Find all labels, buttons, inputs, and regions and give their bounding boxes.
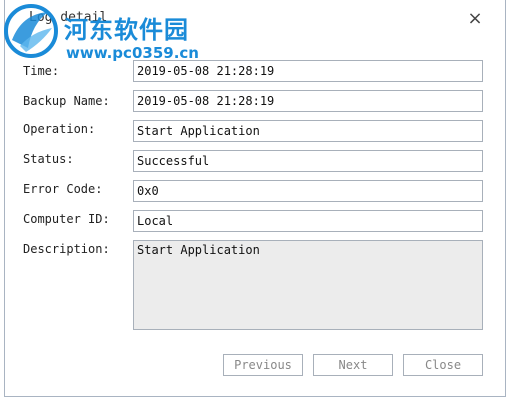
- backup-name-field[interactable]: [133, 90, 483, 112]
- error-code-label: Error Code:: [23, 182, 103, 196]
- time-label: Time:: [23, 64, 60, 78]
- operation-label: Operation:: [23, 122, 96, 136]
- status-field[interactable]: [133, 150, 483, 172]
- close-icon[interactable]: ×: [465, 9, 485, 29]
- computer-id-field[interactable]: [133, 210, 483, 232]
- operation-field[interactable]: [133, 120, 483, 142]
- next-button[interactable]: Next: [313, 354, 393, 376]
- error-code-field[interactable]: [133, 180, 483, 202]
- computer-id-label: Computer ID:: [23, 212, 110, 226]
- log-detail-dialog: Log detail × Time: Backup Name: Operatio…: [4, 0, 506, 397]
- close-button[interactable]: Close: [403, 354, 483, 376]
- dialog-title: Log detail: [29, 10, 108, 25]
- time-field[interactable]: [133, 60, 483, 82]
- title-bar[interactable]: Log detail ×: [5, 0, 505, 38]
- status-label: Status:: [23, 152, 74, 166]
- description-label: Description:: [23, 242, 110, 256]
- previous-button[interactable]: Previous: [223, 354, 303, 376]
- description-field[interactable]: Start Application: [133, 240, 483, 330]
- backup-name-label: Backup Name:: [23, 94, 110, 108]
